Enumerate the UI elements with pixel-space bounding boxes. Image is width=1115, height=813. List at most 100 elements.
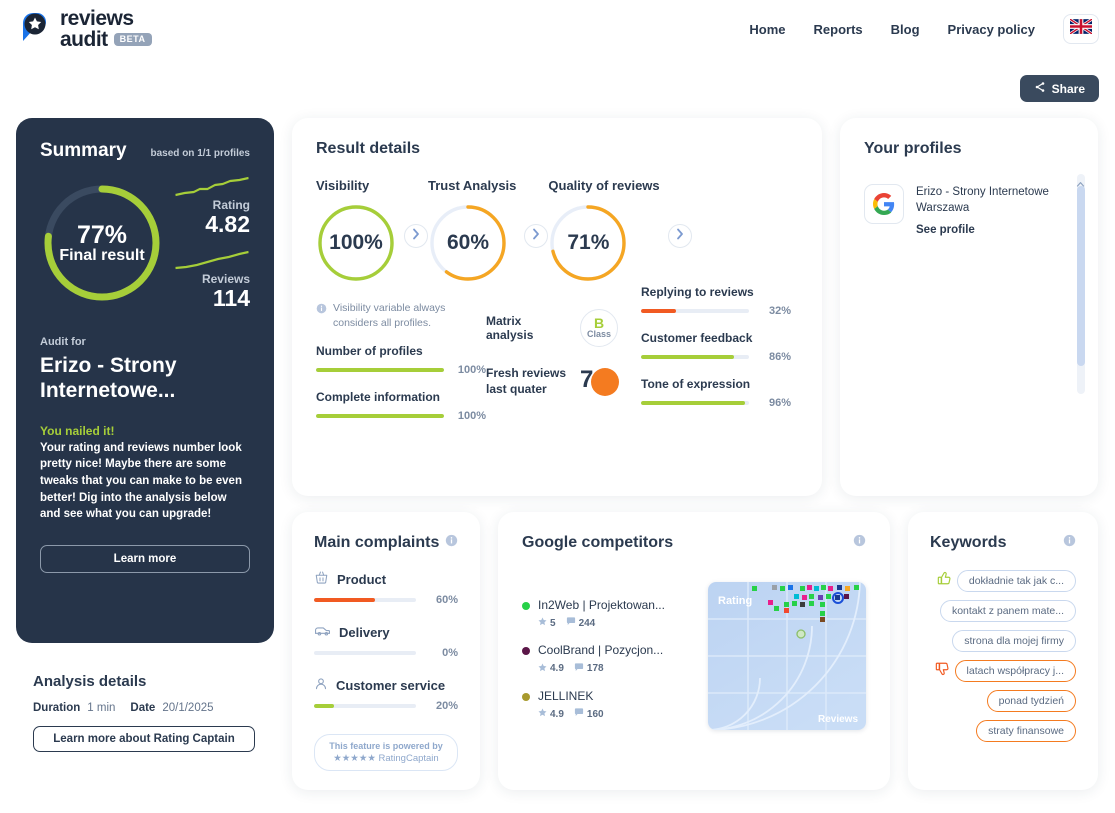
metric-replying-to-reviews: Replying to reviews 32% <box>641 285 791 317</box>
fresh-reviews-value: 7 <box>580 366 594 393</box>
keyword-pill[interactable]: strona dla mojej firmy <box>952 630 1076 652</box>
keyword-pill[interactable]: kontakt z panem mate... <box>939 600 1076 622</box>
thumbs-up-icon <box>937 571 952 591</box>
keyword-row: dokładnie tak jak c... <box>937 570 1076 592</box>
complaint-product-value: 60% <box>435 594 458 606</box>
star-icon <box>538 663 547 675</box>
google-competitors-card: Google competitors In2Web | Projektowan.… <box>498 512 890 790</box>
logo-line2: audit <box>60 28 108 51</box>
complaint-product: Product 60% <box>314 570 458 606</box>
rating-sparkline <box>175 176 249 197</box>
app-root: reviews audit BETA Home Reports Blog Pri… <box>0 0 1115 813</box>
chevron-up-icon[interactable] <box>1076 176 1085 187</box>
chevron-right-icon <box>532 227 540 245</box>
gauge-trust-analysis: Trust Analysis 60% <box>428 178 549 283</box>
metric-number-of-profiles-value: 100% <box>457 364 486 377</box>
analysis-details-title: Analysis details <box>33 673 147 690</box>
chevron-right-icon <box>676 227 684 245</box>
profile-item: Erizo - Strony Internetowe Warszawa See … <box>864 184 1074 238</box>
reviews-stat: Reviews 114 <box>174 250 250 310</box>
nav-item-reports[interactable]: Reports <box>814 22 863 37</box>
competitor-name: JELLINEK <box>538 688 594 703</box>
metric-replying-to-reviews-bar <box>641 309 749 313</box>
keyword-pill[interactable]: latach współpracy j... <box>954 660 1076 682</box>
reviews-value: 114 <box>212 285 250 312</box>
visibility-note: Visibility variable always considers all… <box>316 301 486 330</box>
audit-business-name: Erizo - Strony Internetowe... <box>40 354 177 403</box>
complaint-delivery: Delivery 0% <box>314 624 458 659</box>
final-result-label: Final result <box>59 246 145 264</box>
logo[interactable]: reviews audit BETA <box>16 8 152 50</box>
powered-by-rating-captain-badge: This feature is powered by ★★★★★ RatingC… <box>314 734 458 771</box>
metric-customer-feedback-value: 86% <box>768 351 791 363</box>
scatter-y-axis-label: Rating <box>718 595 752 607</box>
gauge-visibility-value: 100% <box>329 231 383 254</box>
gauge-trust-expand-button[interactable] <box>524 224 549 248</box>
info-icon[interactable] <box>445 534 458 552</box>
keyword-pill[interactable]: dokładnie tak jak c... <box>956 570 1076 592</box>
see-profile-link[interactable]: See profile <box>916 224 975 236</box>
share-button[interactable]: Share <box>1019 75 1099 102</box>
complaint-customer-service: Customer service 20% <box>314 677 458 712</box>
gauge-quality-value: 71% <box>567 231 610 254</box>
comment-icon <box>574 708 584 720</box>
rating-captain-learn-more-button[interactable]: Learn more about Rating Captain <box>33 726 255 752</box>
profiles-scrollbar-thumb[interactable] <box>1077 186 1085 366</box>
gauge-quality-of-reviews: Quality of reviews 71% <box>548 178 692 283</box>
summary-learn-more-button[interactable]: Learn more <box>40 545 250 574</box>
language-selector[interactable] <box>1063 14 1099 44</box>
gauge-visibility-label: Visibility <box>316 178 370 193</box>
competitor-reviews: 160 <box>586 708 604 720</box>
summary-card: Summary based on 1/1 profiles 77% Final … <box>16 118 274 643</box>
star-icon <box>538 617 547 629</box>
nav-item-home[interactable]: Home <box>749 22 785 37</box>
verdict-text: Your rating and reviews number look pret… <box>40 441 242 521</box>
trust-metrics: Matrix analysis B Class Fresh reviews la… <box>486 285 641 422</box>
metric-fresh-reviews-label: Fresh reviews last quater <box>486 366 567 396</box>
nav-item-privacy-policy[interactable]: Privacy policy <box>948 22 1035 37</box>
rating-captain-label: RatingCaptain <box>378 753 439 764</box>
complaint-customer-service-label: Customer service <box>336 678 446 693</box>
competitor-rating: 4.9 <box>550 663 564 675</box>
beta-badge: BETA <box>113 33 152 46</box>
metric-fresh-reviews: Fresh reviews last quater 7 <box>486 365 641 399</box>
keyword-pill[interactable]: ponad tydzień <box>986 690 1076 712</box>
competitor-row[interactable]: CoolBrand | Pozycjon... 4.9 178 <box>522 643 692 674</box>
nav-item-blog[interactable]: Blog <box>891 22 920 37</box>
summary-subtitle: based on 1/1 profiles <box>150 148 250 159</box>
profiles-scrollbar[interactable] <box>1077 174 1085 394</box>
complaint-product-label: Product <box>337 571 387 587</box>
main-complaints-card: Main complaints Product 60% Delivery 0% … <box>292 512 480 790</box>
competitor-row[interactable]: In2Web | Projektowan... 5 244 <box>522 598 692 629</box>
competitor-reviews: 178 <box>586 663 604 675</box>
google-icon <box>864 184 904 224</box>
date-value: 20/1/2025 <box>162 702 214 714</box>
uk-flag-icon <box>1069 17 1093 39</box>
rating-value: 4.82 <box>205 211 250 237</box>
info-icon[interactable] <box>853 534 866 552</box>
fresh-reviews-pie-chart: 7 <box>580 365 620 399</box>
competitor-row[interactable]: JELLINEK 4.9 160 <box>522 689 692 720</box>
verdict-title: You nailed it! <box>40 423 115 438</box>
competitors-scatter-chart: Rating Reviews <box>708 582 866 730</box>
analysis-details: Analysis details Duration 1 min Date 20/… <box>33 673 273 752</box>
summary-title: Summary <box>40 140 127 161</box>
keyword-row: straty finansowe <box>976 720 1076 742</box>
reviews-sparkline <box>175 251 249 270</box>
gauge-quality-expand-button[interactable] <box>667 224 692 248</box>
basket-icon <box>314 570 329 588</box>
info-icon[interactable] <box>1063 534 1076 552</box>
metric-replying-to-reviews-value: 32% <box>768 305 791 317</box>
scatter-x-axis-label: Reviews <box>818 714 858 725</box>
metric-complete-information-value: 100% <box>457 410 486 423</box>
keyword-row: kontakt z panem mate... <box>939 600 1076 622</box>
matrix-class-word: Class <box>586 329 612 340</box>
duration-label: Duration <box>33 702 81 714</box>
complaint-delivery-label: Delivery <box>339 625 390 640</box>
metric-matrix-analysis-label: Matrix analysis <box>486 314 534 342</box>
final-result-value: 77% <box>76 220 128 249</box>
gauge-visibility-expand-button[interactable] <box>404 224 428 248</box>
powered-by-text: This feature is powered by <box>329 741 443 751</box>
keyword-pill[interactable]: straty finansowe <box>976 720 1076 742</box>
matrix-class-letter: B <box>593 315 605 332</box>
